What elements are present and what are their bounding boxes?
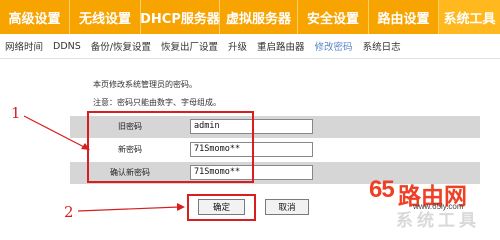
ok-button[interactable]: 确定 bbox=[198, 199, 245, 215]
watermark-faded-text: 系统工具 bbox=[396, 211, 480, 231]
watermark-logo-number: 65 bbox=[369, 176, 395, 203]
cancel-button[interactable]: 取消 bbox=[265, 199, 309, 215]
annotation-arrow-2 bbox=[77, 203, 185, 212]
annotation-arrow-1 bbox=[23, 115, 90, 150]
